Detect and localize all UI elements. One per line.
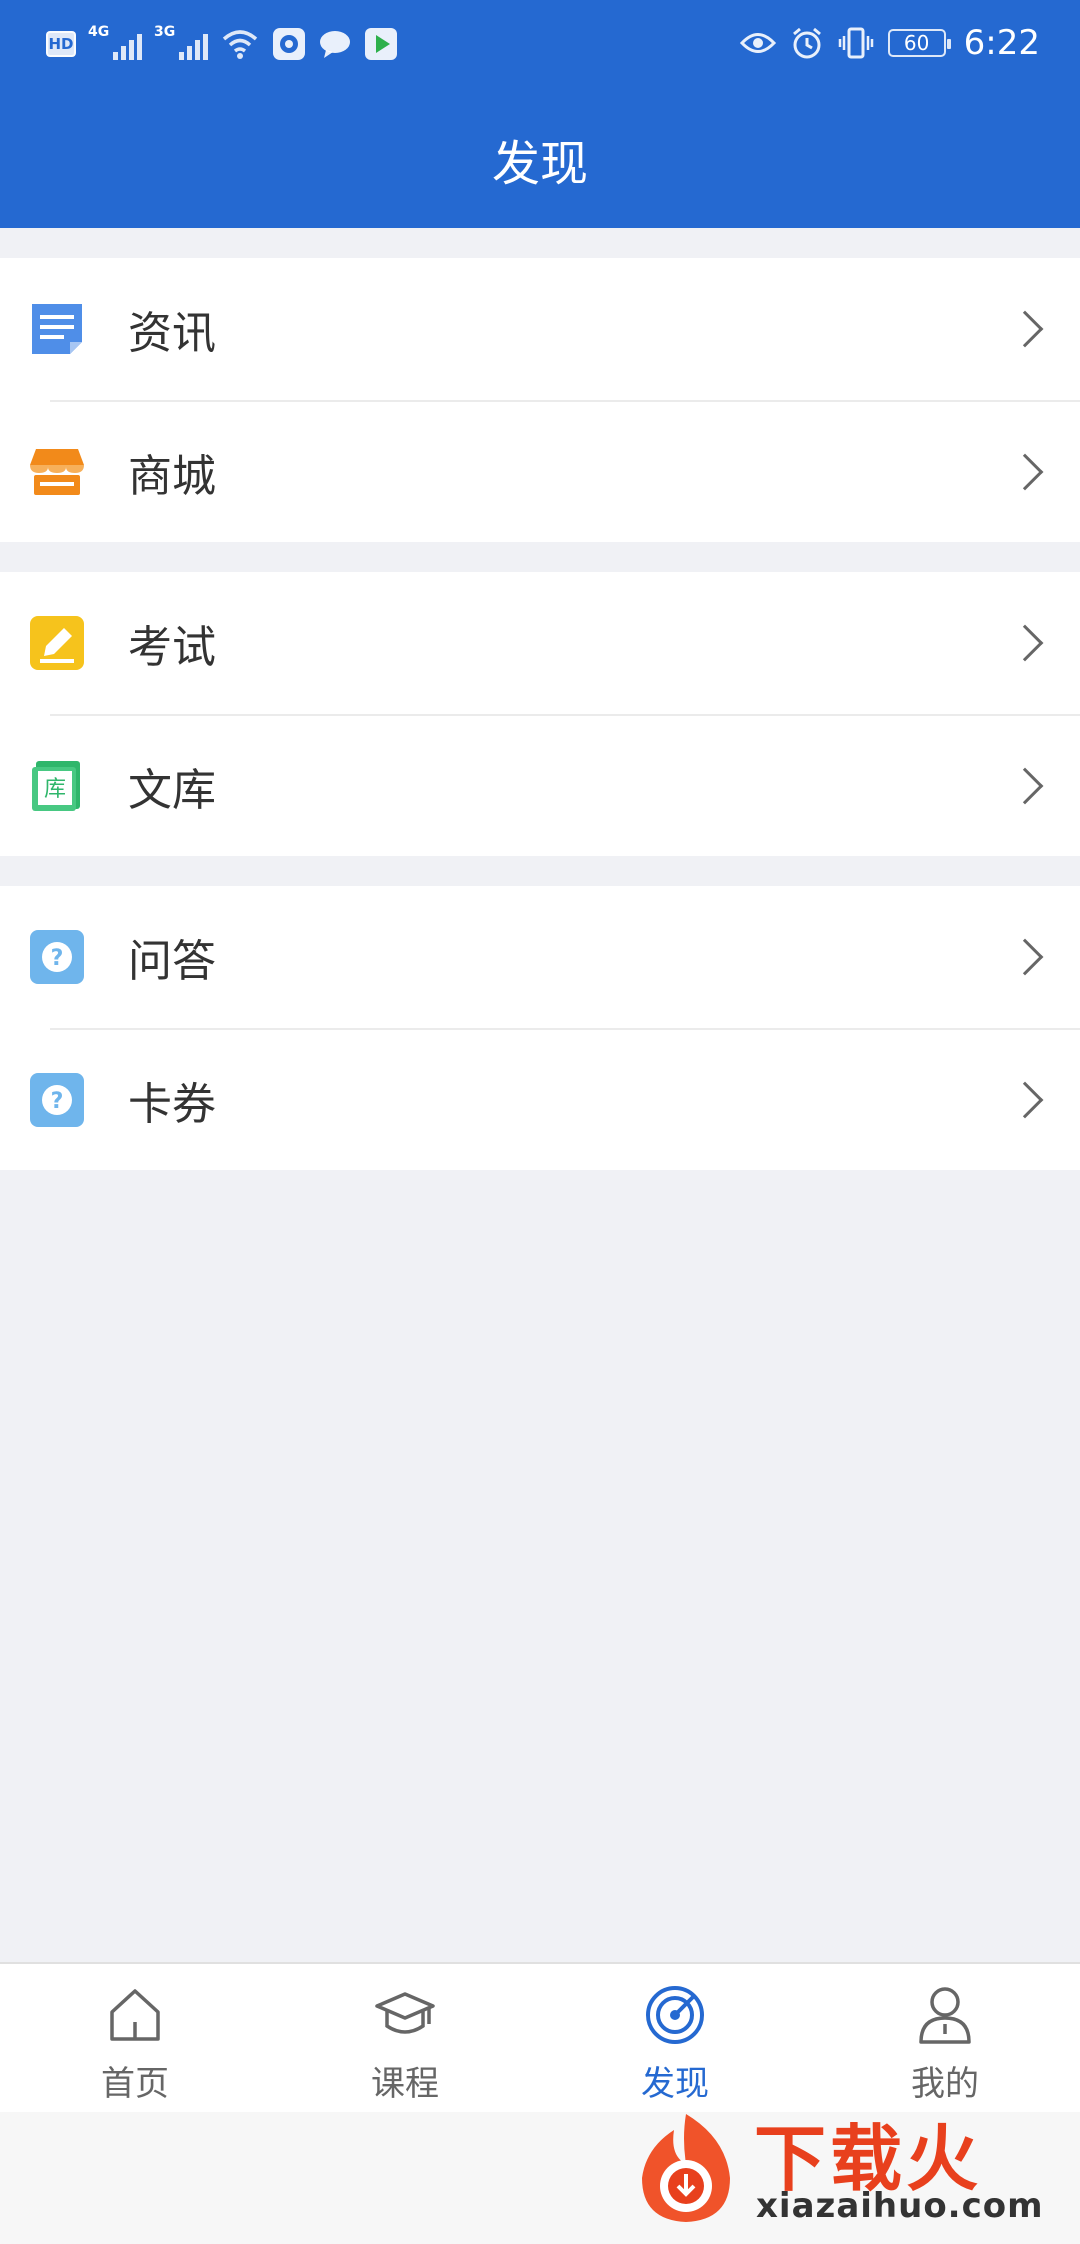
signal-4g: 4G <box>88 24 142 64</box>
menu-item-exam[interactable]: 考试 <box>0 572 1080 714</box>
watermark: 下载火 xiazaihuo.com <box>626 2086 1066 2236</box>
signal-bars-icon <box>179 34 208 60</box>
menu-item-news[interactable]: 资讯 <box>0 258 1080 400</box>
hd-badge: HD <box>46 31 76 57</box>
menu-item-label: 问答 <box>128 936 216 987</box>
alarm-clock-icon <box>792 27 821 59</box>
menu-item-label: 商城 <box>128 451 216 502</box>
menu-item-library[interactable]: 库 文库 <box>32 714 1080 856</box>
watermark-logo-icon <box>642 2114 730 2222</box>
signal-4g-label: 4G <box>88 24 110 40</box>
menu-item-label: 卡券 <box>128 1079 216 1130</box>
menu-group-3: ? 问答 ? 卡券 <box>0 886 1080 1170</box>
graduation-cap-icon <box>374 1984 436 2046</box>
signal-bars-icon <box>113 34 142 60</box>
signal-3g: 3G <box>154 24 208 64</box>
battery-icon: 60 <box>887 29 951 57</box>
svg-text:库: 库 <box>44 777 66 802</box>
tab-courses[interactable]: 课程 <box>270 1964 540 2112</box>
tab-home[interactable]: 首页 <box>0 1964 270 2112</box>
chevron-right-icon <box>1006 767 1044 805</box>
status-left: HD 4G 3G <box>46 22 398 66</box>
signal-3g-label: 3G <box>154 24 176 40</box>
page-title: 发现 <box>491 136 588 192</box>
status-bar: HD 4G 3G 60 6:22 <box>0 0 1080 86</box>
watermark-url: xiazaihuo.com <box>756 2186 1044 2226</box>
user-icon <box>914 1984 976 2046</box>
browser-app-icon <box>273 28 305 60</box>
chevron-right-icon <box>1006 1081 1044 1119</box>
vibrate-icon <box>838 27 873 59</box>
app-header: HD 4G 3G 60 6:22 发现 <box>0 0 1080 228</box>
chevron-right-icon <box>1006 624 1044 662</box>
tab-label: 首页 <box>101 2064 169 2104</box>
menu-item-label: 考试 <box>128 622 216 673</box>
menu-group-2: 考试 库 文库 <box>0 572 1080 856</box>
menu-item-coupons[interactable]: ? 卡券 <box>30 1028 1080 1170</box>
home-icon <box>104 1984 166 2046</box>
menu-item-shop[interactable]: 商城 <box>30 400 1080 542</box>
chevron-right-icon <box>1006 310 1044 348</box>
status-time: 6:22 <box>963 23 1040 63</box>
question-icon: ? <box>30 930 84 984</box>
video-app-icon <box>365 28 397 60</box>
menu-item-label: 文库 <box>128 765 216 816</box>
exam-pencil-icon <box>30 616 84 670</box>
wifi-icon <box>222 30 258 59</box>
svg-text:?: ? <box>51 1089 64 1114</box>
chevron-right-icon <box>1006 938 1044 976</box>
shop-icon <box>30 445 84 499</box>
menu-item-qa[interactable]: ? 问答 <box>0 886 1080 1028</box>
eye-icon <box>739 33 776 53</box>
menu-item-label: 资讯 <box>128 308 216 359</box>
tab-label: 课程 <box>371 2064 439 2104</box>
library-book-icon: 库 <box>30 759 84 813</box>
svg-text:?: ? <box>51 946 64 971</box>
menu-group-1: 资讯 商城 <box>0 258 1080 542</box>
chevron-right-icon <box>1006 453 1044 491</box>
question-icon: ? <box>30 1073 84 1127</box>
message-bubble-icon <box>320 31 350 58</box>
document-list-icon <box>30 302 84 356</box>
discover-radar-icon <box>644 1984 706 2046</box>
status-right: 60 6:22 <box>739 18 1040 68</box>
